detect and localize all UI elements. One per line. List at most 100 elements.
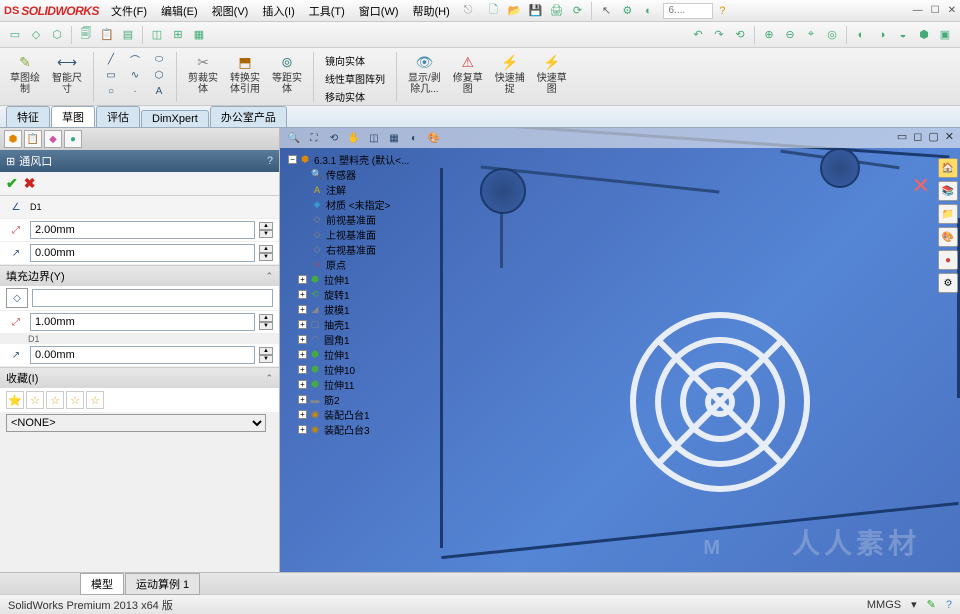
tb1-icon[interactable]: ⬡ <box>48 26 66 44</box>
expand-icon[interactable]: + <box>298 395 307 404</box>
d2-input[interactable] <box>30 244 255 262</box>
tb1-icon[interactable]: ⊞ <box>169 26 187 44</box>
tb1-icon[interactable]: ◫ <box>148 26 166 44</box>
search-help-icon[interactable]: ? <box>713 2 731 20</box>
rib-showhide[interactable]: 👁显示/剥 除几... <box>404 50 445 97</box>
rib-linear-pattern[interactable]: 线性草图阵列 <box>321 70 389 87</box>
rib-slot-icon[interactable]: ⬭ <box>149 52 169 66</box>
rib-poly-icon[interactable]: ⬡ <box>149 68 169 82</box>
close-icon[interactable]: ✕ <box>948 5 956 16</box>
tree-item[interactable]: +⬢拉伸10 <box>286 362 426 377</box>
rib-trim[interactable]: ✂剪裁实 体 <box>184 50 222 97</box>
tree-item[interactable]: ◆材质 <未指定> <box>286 197 426 212</box>
tab-office[interactable]: 办公室产品 <box>210 106 287 127</box>
fill-d2-input[interactable] <box>30 346 255 364</box>
expand-icon[interactable]: + <box>298 305 307 314</box>
tab-dimxpert[interactable]: DimXpert <box>141 110 209 127</box>
tree-item[interactable]: 🔍传感器 <box>286 167 426 182</box>
tp-appearance-icon[interactable]: ● <box>938 250 958 270</box>
tb1-icon[interactable]: ▭ <box>6 26 24 44</box>
tb-new-icon[interactable]: 🗋 <box>484 2 502 20</box>
diamond-icon[interactable]: ◇ <box>6 288 28 308</box>
rib-arc-icon[interactable]: ⌒ <box>125 52 145 66</box>
favorites-header[interactable]: 收藏(I)⌃ <box>0 368 279 388</box>
expand-icon[interactable]: + <box>298 320 307 329</box>
tree-item[interactable]: +⬢拉伸11 <box>286 377 426 392</box>
tb1-icon[interactable]: ⊖ <box>781 26 799 44</box>
fav-icon[interactable]: ☆ <box>46 391 64 409</box>
tb-arrow-icon[interactable]: ↖ <box>597 2 615 20</box>
menu-insert[interactable]: 插入(I) <box>256 1 300 21</box>
tree-item[interactable]: ⊹原点 <box>286 257 426 272</box>
tb-open-icon[interactable]: 📂 <box>505 2 523 20</box>
tp-view-palette-icon[interactable]: 🎨 <box>938 227 958 247</box>
rib-sketch[interactable]: ✎草图绘 制 <box>6 50 44 97</box>
tb1-icon[interactable]: ⊕ <box>760 26 778 44</box>
vp-min-icon[interactable]: ▭ <box>897 130 907 143</box>
tree-item[interactable]: ◇上视基准面 <box>286 227 426 242</box>
vp-max-icon[interactable]: ▢ <box>928 130 938 143</box>
fill-shape-input[interactable] <box>32 289 273 307</box>
ok-button[interactable]: ✔ <box>6 175 18 192</box>
favorites-select[interactable]: <NONE> <box>6 414 266 432</box>
expand-icon[interactable]: + <box>298 335 307 344</box>
tp-file-explorer-icon[interactable]: 📁 <box>938 204 958 224</box>
tb1-icon[interactable]: ◑ <box>873 26 891 44</box>
menu-view[interactable]: 视图(V) <box>206 1 255 21</box>
tab-evaluate[interactable]: 评估 <box>96 106 140 127</box>
viewport[interactable]: 🔍 ⛶ ⟲ ✋ ◫ ▦ ◐ 🎨 ▭ ◻ ▢ ✕ − ⬢ 6.3.1 塑料壳 (默… <box>280 128 960 572</box>
expand-icon[interactable]: + <box>298 275 307 284</box>
tree-item[interactable]: ◇右视基准面 <box>286 242 426 257</box>
tab-feature[interactable]: 特征 <box>6 106 50 127</box>
tree-item[interactable]: +◉装配凸台3 <box>286 422 426 437</box>
tb1-icon[interactable]: ◎ <box>823 26 841 44</box>
menu-file[interactable]: 文件(F) <box>105 1 153 21</box>
d2-spinner[interactable]: ▲▼ <box>259 245 273 261</box>
expand-icon[interactable]: + <box>298 290 307 299</box>
rib-repair[interactable]: ⚠修复草 图 <box>449 50 487 97</box>
prop-help-icon[interactable]: ? <box>267 155 273 167</box>
tb1-icon[interactable]: ⌖ <box>802 26 820 44</box>
tb1-icon[interactable]: ◐ <box>852 26 870 44</box>
vp-close-icon[interactable]: ✕ <box>945 130 954 143</box>
rib-line-icon[interactable]: ╱ <box>101 52 121 66</box>
tb1-icon[interactable]: ◒ <box>894 26 912 44</box>
status-help-icon[interactable]: ? <box>946 599 952 611</box>
expand-icon[interactable]: + <box>298 365 307 374</box>
tp-custom-icon[interactable]: ⚙ <box>938 273 958 293</box>
cancel-button[interactable]: ✖ <box>24 175 36 192</box>
tb-options-icon[interactable]: ⚙ <box>618 2 636 20</box>
tree-item[interactable]: +◠圆角1 <box>286 332 426 347</box>
tb1-icon[interactable]: 📋 <box>98 26 116 44</box>
btab-motion[interactable]: 运动算例 1 <box>125 573 200 595</box>
vp-scene-icon[interactable]: 🎨 <box>426 130 442 146</box>
tb-print-icon[interactable]: 🖨 <box>547 2 565 20</box>
pm-tab-display-icon[interactable]: ◆ <box>44 130 62 148</box>
pm-tab-config-icon[interactable]: 📋 <box>24 130 42 148</box>
expand-icon[interactable]: + <box>298 350 307 359</box>
vp-view-icon[interactable]: ▦ <box>386 130 402 146</box>
rib-circle-icon[interactable]: ○ <box>101 84 121 98</box>
expand-icon[interactable]: + <box>298 410 307 419</box>
tb1-icon[interactable]: ⬢ <box>915 26 933 44</box>
rib-mirror[interactable]: 镜向实体 <box>321 52 389 69</box>
tb1-icon[interactable]: ↶ <box>689 26 707 44</box>
menu-window[interactable]: 窗口(W) <box>353 1 405 21</box>
expand-icon[interactable]: − <box>288 155 297 164</box>
fav-add-icon[interactable]: ⭐ <box>6 391 24 409</box>
tb-save-icon[interactable]: 💾 <box>526 2 544 20</box>
tree-item[interactable]: +⬢拉伸1 <box>286 272 426 287</box>
vp-display-icon[interactable]: ◐ <box>406 130 422 146</box>
tb1-icon[interactable]: 🗐 <box>77 26 95 44</box>
tb1-icon[interactable]: ◇ <box>27 26 45 44</box>
tb1-icon[interactable]: ▦ <box>190 26 208 44</box>
vp-section-icon[interactable]: ◫ <box>366 130 382 146</box>
tp-design-lib-icon[interactable]: 📚 <box>938 181 958 201</box>
tree-item[interactable]: +◢拔模1 <box>286 302 426 317</box>
tab-sketch[interactable]: 草图 <box>51 106 95 127</box>
rib-smartdim[interactable]: ⟷智能尺 寸 <box>48 50 86 97</box>
tree-root[interactable]: − ⬢ 6.3.1 塑料壳 (默认<... <box>286 152 426 167</box>
vp-zoom-icon[interactable]: 🔍 <box>286 130 302 146</box>
tree-item[interactable]: A注解 <box>286 182 426 197</box>
fav-icon[interactable]: ☆ <box>86 391 104 409</box>
